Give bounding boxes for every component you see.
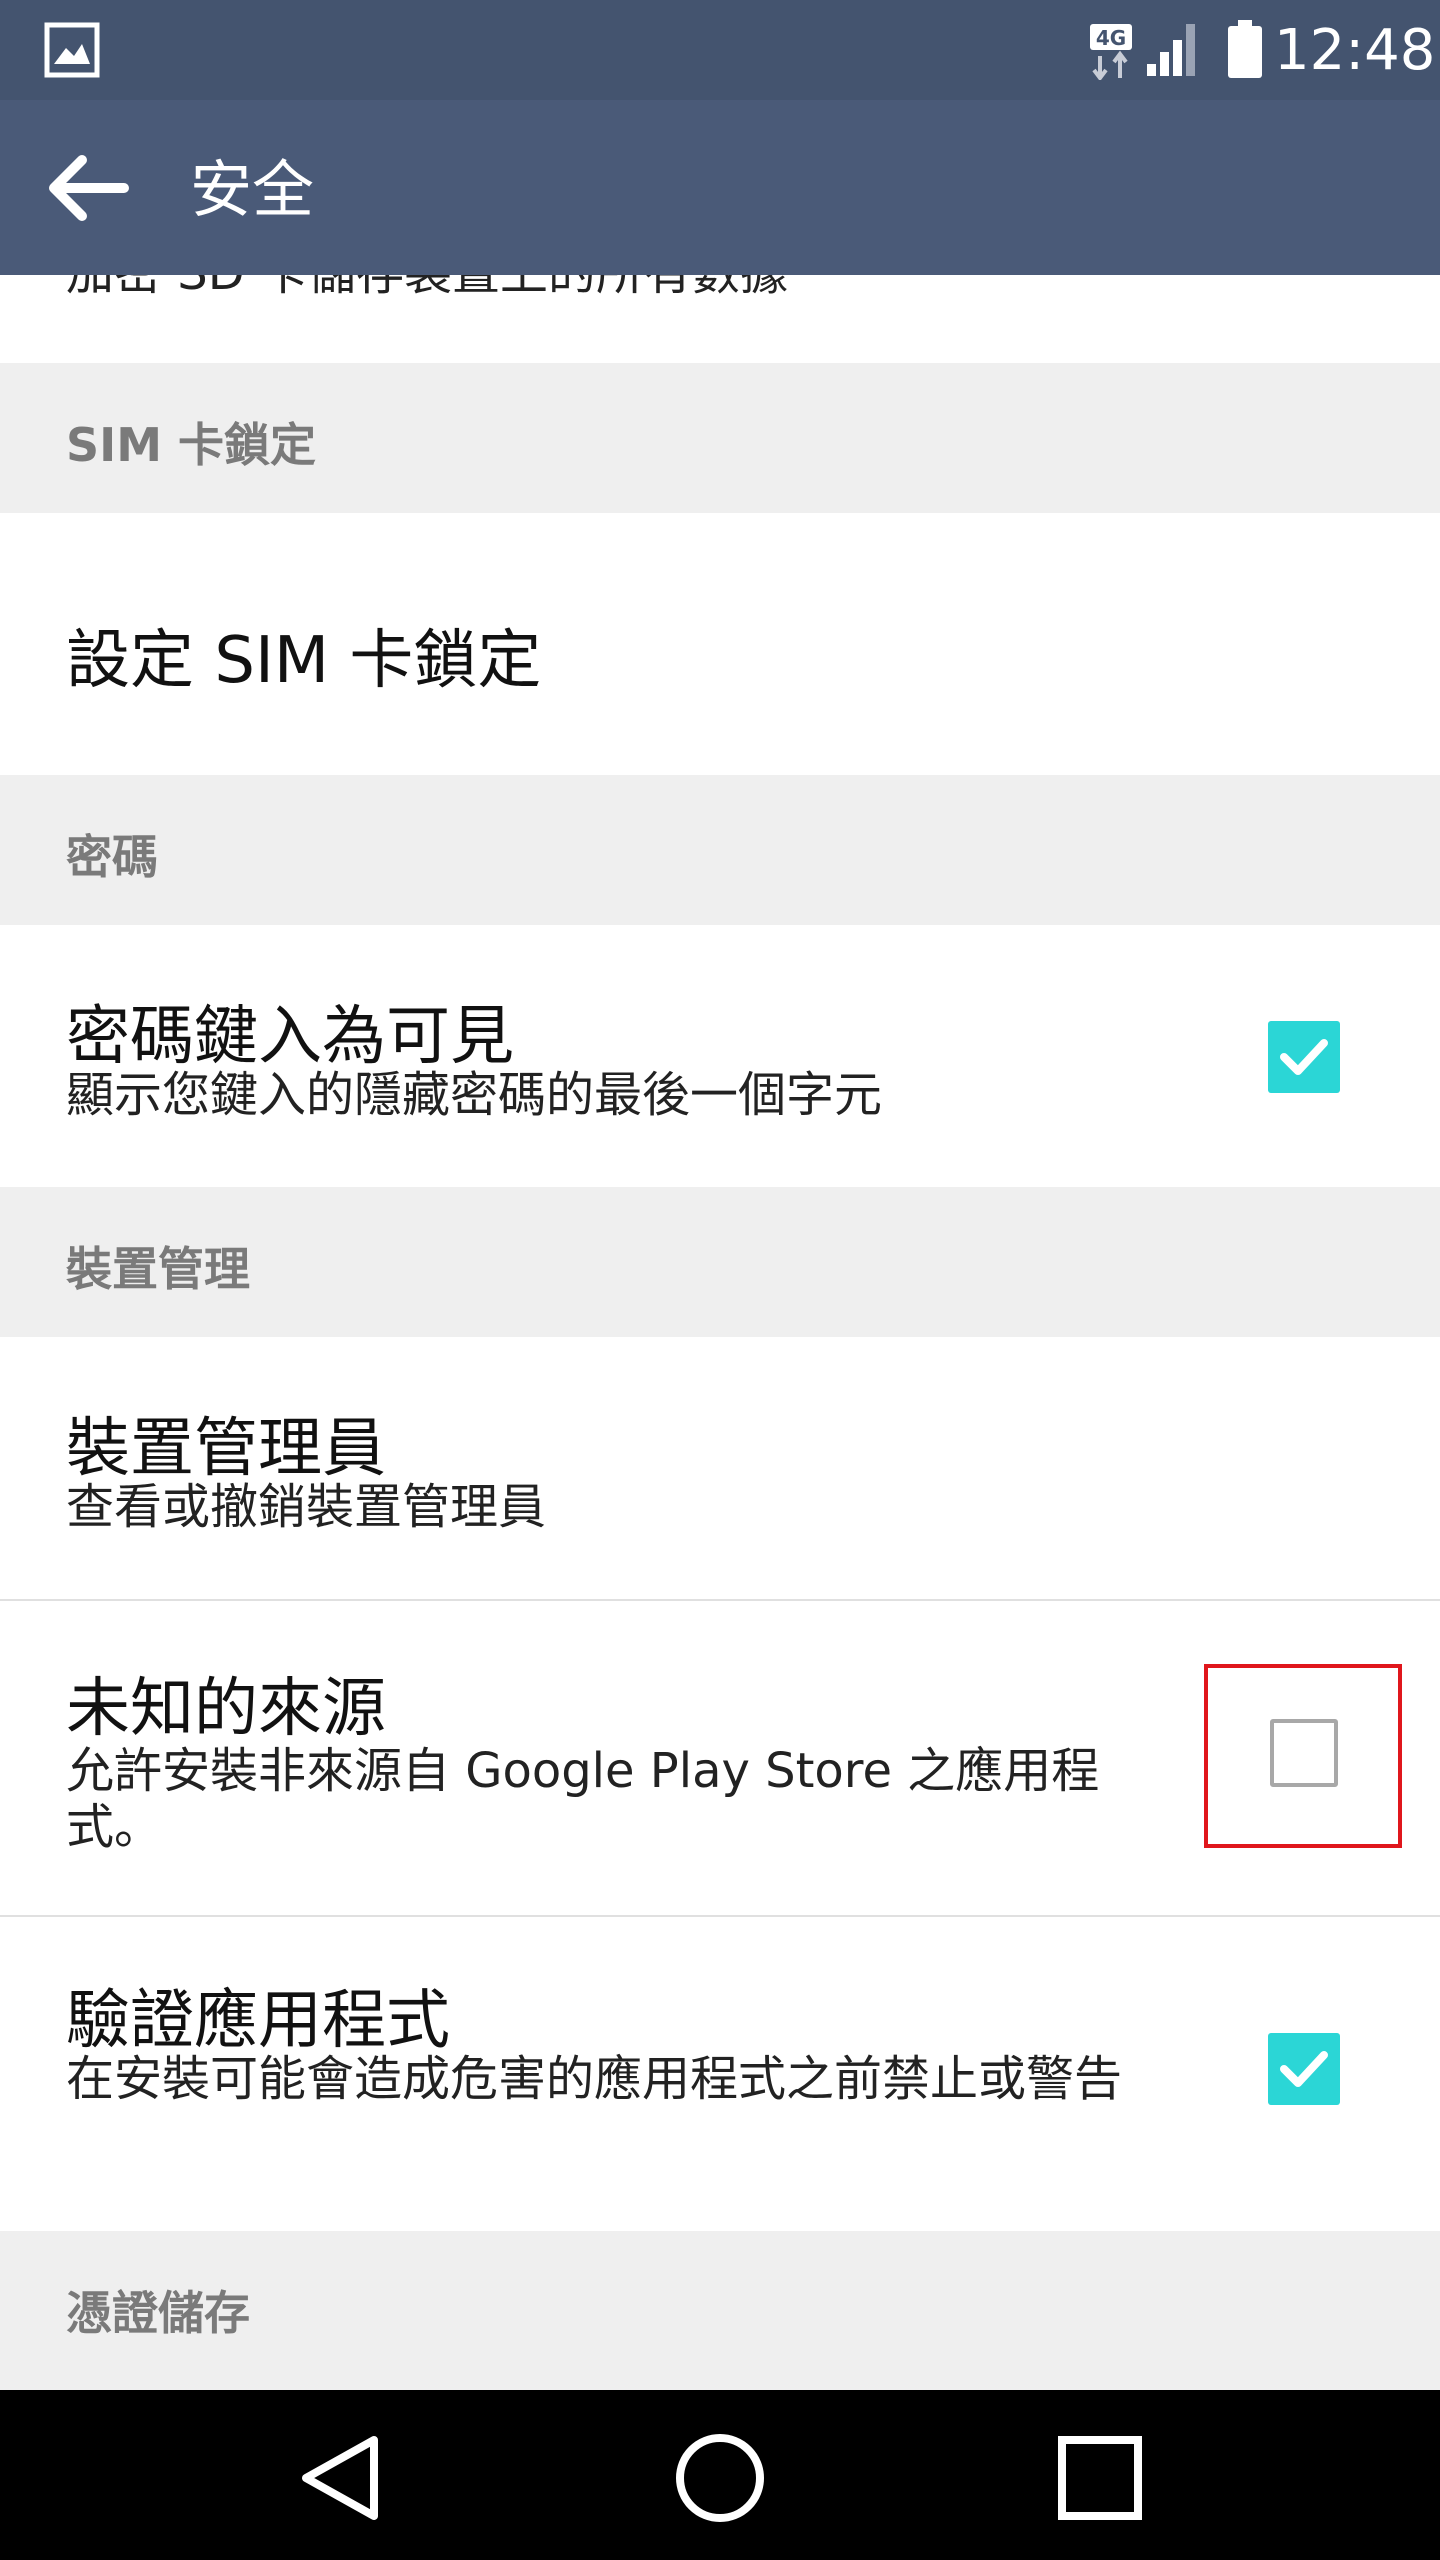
- encrypt-sd-summary: 加密 SD 卡儲存裝置上的所有數據: [66, 275, 1166, 301]
- section-header-credentials-label: 憑證儲存: [66, 2286, 250, 2340]
- verify-apps-title: 驗證應用程式: [66, 1984, 450, 2058]
- section-header-password-label: 密碼: [66, 830, 158, 884]
- unknown-sources-title: 未知的來源: [66, 1672, 386, 1746]
- encrypt-sd-item[interactable]: 加密 SD 卡儲存裝置上的所有數據: [0, 275, 1440, 363]
- signal-icon: [1147, 24, 1195, 76]
- page-title: 安全: [190, 153, 315, 226]
- network-4g-icon: 4G: [1090, 24, 1132, 80]
- section-header-credentials: 憑證儲存: [0, 2231, 1440, 2390]
- check-icon: [1280, 2051, 1328, 2087]
- section-header-device-admin: 裝置管理: [0, 1187, 1440, 1337]
- show-password-title: 密碼鍵入為可見: [66, 1000, 514, 1074]
- unknown-sources-summary: 允許安裝非來源自 Google Play Store 之應用程式。: [66, 1743, 1100, 1855]
- highlight-box: [1204, 1664, 1402, 1848]
- image-icon: [44, 22, 100, 78]
- show-password-summary: 顯示您鍵入的隱藏密碼的最後一個字元: [66, 1067, 883, 1123]
- verify-apps-checkbox[interactable]: [1268, 2033, 1340, 2105]
- section-header-password: 密碼: [0, 775, 1440, 925]
- back-triangle-icon[interactable]: [290, 2428, 390, 2528]
- status-time: 12:48: [1274, 18, 1436, 83]
- status-bar: 4G 12:48: [0, 0, 1440, 100]
- device-admins-title: 裝置管理員: [66, 1412, 386, 1486]
- section-header-sim: SIM 卡鎖定: [0, 363, 1440, 513]
- device-admins-summary: 查看或撤銷裝置管理員: [66, 1479, 547, 1535]
- home-circle-icon[interactable]: [670, 2428, 770, 2528]
- back-arrow-icon[interactable]: [44, 148, 130, 228]
- sim-lock-item[interactable]: 設定 SIM 卡鎖定: [0, 513, 1440, 775]
- recents-square-icon[interactable]: [1050, 2428, 1150, 2528]
- show-password-item[interactable]: 密碼鍵入為可見 顯示您鍵入的隱藏密碼的最後一個字元: [0, 925, 1440, 1187]
- battery-icon: [1228, 20, 1262, 78]
- section-header-device-admin-label: 裝置管理: [66, 1242, 250, 1296]
- settings-list[interactable]: 加密 SD 卡儲存裝置上的所有數據 SIM 卡鎖定 設定 SIM 卡鎖定 密碼 …: [0, 275, 1440, 2390]
- verify-apps-item[interactable]: 驗證應用程式 在安裝可能會造成危害的應用程式之前禁止或警告: [0, 1917, 1440, 2231]
- network-type-label: 4G: [1096, 26, 1126, 50]
- section-header-sim-label: SIM 卡鎖定: [66, 418, 317, 472]
- sim-lock-title: 設定 SIM 卡鎖定: [66, 624, 542, 698]
- show-password-checkbox[interactable]: [1268, 1021, 1340, 1093]
- device-admins-item[interactable]: 裝置管理員 查看或撤銷裝置管理員: [0, 1337, 1440, 1599]
- check-icon: [1280, 1039, 1328, 1075]
- verify-apps-summary: 在安裝可能會造成危害的應用程式之前禁止或警告: [66, 2051, 1123, 2107]
